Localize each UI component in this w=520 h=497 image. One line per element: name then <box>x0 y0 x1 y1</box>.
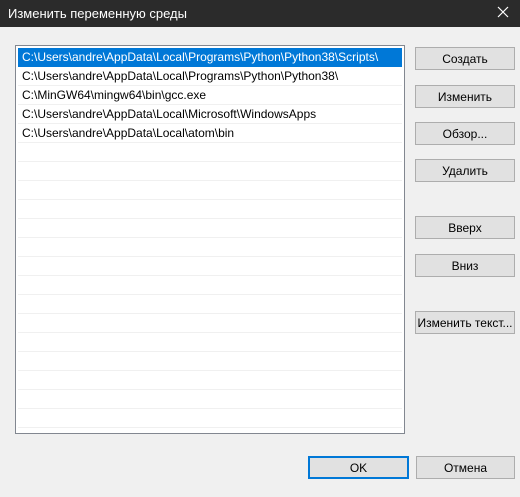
list-item[interactable]: C:\Users\andre\AppData\Local\Programs\Py… <box>18 48 402 67</box>
window-title: Изменить переменную среды <box>8 6 187 21</box>
close-button[interactable] <box>486 0 520 27</box>
list-item[interactable]: C:\Users\andre\AppData\Local\atom\bin <box>18 124 402 143</box>
empty-row <box>18 200 402 219</box>
edit-button[interactable]: Изменить <box>415 85 515 108</box>
empty-row <box>18 162 402 181</box>
move-down-button[interactable]: Вниз <box>415 254 515 277</box>
create-button[interactable]: Создать <box>415 47 515 70</box>
empty-row <box>18 371 402 390</box>
empty-row <box>18 276 402 295</box>
path-list[interactable]: C:\Users\andre\AppData\Local\Programs\Py… <box>15 45 405 434</box>
close-icon <box>497 6 509 21</box>
edit-text-button[interactable]: Изменить текст... <box>415 311 515 334</box>
empty-row <box>18 295 402 314</box>
empty-row <box>18 257 402 276</box>
empty-row <box>18 352 402 371</box>
list-item[interactable]: C:\MinGW64\mingw64\bin\gcc.exe <box>18 86 402 105</box>
empty-row <box>18 314 402 333</box>
empty-row <box>18 409 402 428</box>
delete-button[interactable]: Удалить <box>415 159 515 182</box>
browse-button[interactable]: Обзор... <box>415 122 515 145</box>
empty-row <box>18 390 402 409</box>
empty-row <box>18 143 402 162</box>
empty-row <box>18 181 402 200</box>
ok-button[interactable]: OK <box>308 456 409 479</box>
move-up-button[interactable]: Вверх <box>415 216 515 239</box>
list-item[interactable]: C:\Users\andre\AppData\Local\Microsoft\W… <box>18 105 402 124</box>
title-bar: Изменить переменную среды <box>0 0 520 27</box>
empty-row <box>18 219 402 238</box>
empty-row <box>18 238 402 257</box>
cancel-button[interactable]: Отмена <box>416 456 515 479</box>
list-item[interactable]: C:\Users\andre\AppData\Local\Programs\Py… <box>18 67 402 86</box>
empty-row <box>18 333 402 352</box>
